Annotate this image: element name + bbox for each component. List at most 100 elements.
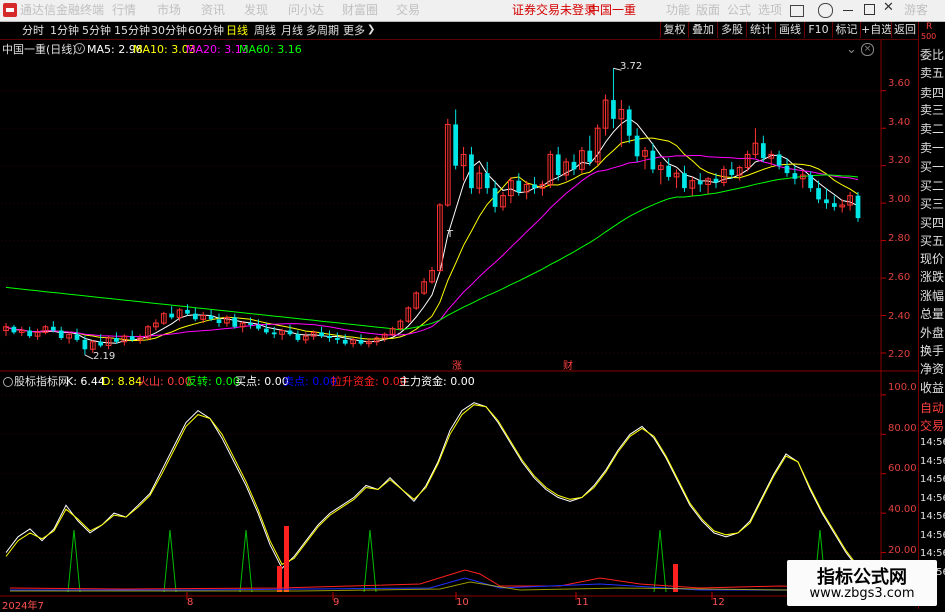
candle-body — [295, 334, 301, 340]
candle-body — [855, 195, 861, 219]
candle-body — [98, 341, 104, 346]
panel-item: 自动 — [920, 401, 945, 415]
candle-body — [287, 330, 293, 335]
candle-body — [816, 188, 821, 200]
chart-title: 中国一重(日线) — [2, 43, 77, 56]
ind-y-tick: 20.00 — [888, 545, 917, 556]
panel-item: 买三 — [920, 197, 945, 211]
panel-item: 涨幅 — [920, 289, 945, 303]
candle-body — [58, 330, 64, 339]
indicator-series — [5, 402, 871, 593]
indicator-name[interactable]: 股标指标网 — [14, 375, 69, 388]
reversal-spike — [163, 529, 177, 593]
candle-body — [729, 169, 735, 176]
candle-body — [169, 313, 175, 318]
volcano-bar — [673, 564, 678, 592]
candle-body — [571, 161, 577, 170]
panel-item: 买四 — [920, 216, 945, 230]
x-tick: 11 — [576, 597, 589, 608]
candle-body — [492, 188, 498, 207]
panel-time: 14:56 — [920, 530, 945, 541]
candle-body — [831, 203, 837, 207]
chart-close-icon[interactable]: × — [861, 43, 874, 56]
candle-body — [453, 124, 459, 166]
marker-limit-up[interactable]: 涨 — [452, 360, 462, 373]
low-pointer — [84, 354, 94, 360]
watermark-badge: 指标公式网 www.zbgs3.com — [787, 560, 937, 606]
candle-body — [74, 334, 80, 340]
candle-body — [114, 338, 119, 342]
chart-canvas — [0, 40, 918, 600]
ind-y-tick: 100.0 — [888, 382, 917, 393]
indicator-d: D: 8.84 — [102, 375, 143, 388]
panel-time: 14:56 — [920, 474, 945, 485]
expand-chevron-icon[interactable]: ⌄ — [846, 42, 857, 57]
indicator-volcano: 火山: 0.00 — [138, 375, 192, 388]
panel-item: 卖三 — [920, 103, 945, 117]
y-tick: 3.00 — [888, 194, 911, 205]
ind-y-tick: 80.00 — [888, 423, 917, 434]
candle-body — [27, 330, 33, 337]
ind-y-tick: 40.00 — [888, 504, 917, 515]
candle-body — [319, 332, 324, 337]
candle-body — [808, 175, 814, 189]
x-tick: 2024年7 — [2, 601, 44, 612]
candle-body — [263, 328, 269, 333]
panel-item: 卖二 — [920, 122, 945, 136]
ma-line-ma20 — [5, 155, 859, 338]
reversal-spike — [363, 529, 377, 593]
y-tick: 2.20 — [888, 349, 911, 360]
indicator-line-d — [5, 404, 871, 575]
candle-body — [469, 154, 474, 189]
panel-item: 现价 — [920, 252, 945, 266]
candle-body — [555, 154, 561, 176]
candle-body — [824, 199, 829, 204]
panel-time: 14:56 — [920, 548, 945, 559]
ind-y-tick: 60.00 — [888, 463, 917, 474]
ma-line-ma10 — [5, 137, 859, 341]
y-tick: 3.20 — [888, 155, 911, 166]
ma-line-ma5 — [5, 117, 859, 344]
ma-line-ma60 — [5, 174, 859, 331]
candle-body — [587, 150, 593, 162]
candle-body — [713, 178, 719, 183]
candle-body — [666, 165, 672, 177]
candle-body — [342, 339, 348, 344]
candle-body — [532, 184, 537, 189]
x-tick: 9 — [333, 597, 340, 608]
panel-time: 14:56 — [920, 437, 945, 448]
indicator-main-funds: 主力资金: 0.00 — [399, 375, 475, 388]
panel-item: 净资 — [920, 362, 945, 376]
panel-item: 买五 — [920, 234, 945, 248]
indicator-lift-funds: 拉升资金: 0.00 — [331, 375, 407, 388]
candle-body — [327, 336, 332, 339]
candle-body — [192, 313, 198, 320]
candle-body — [129, 336, 135, 340]
candle-body — [256, 324, 261, 329]
x-tick: 8 — [187, 597, 194, 608]
y-tick: 2.40 — [888, 311, 911, 322]
marker-finance[interactable]: 财 — [563, 360, 573, 373]
lift-funds-line — [9, 569, 871, 590]
candle-body — [216, 319, 222, 324]
panel-item: 外盘 — [920, 326, 945, 340]
candle-body — [776, 154, 782, 166]
indicator-settings-icon[interactable] — [3, 377, 13, 387]
panel-code: 500 — [921, 32, 937, 41]
candle-body — [611, 100, 616, 119]
low-price-label: 2.19 — [93, 351, 116, 362]
candle-body — [185, 309, 190, 314]
panel-item: 卖一 — [920, 141, 945, 155]
moving-average-lines — [5, 117, 859, 344]
watermark-url: www.zbgs3.com — [809, 586, 915, 601]
ma-settings-icon[interactable]: v — [74, 43, 85, 54]
indicator-sell-point: 卖点: 0.00 — [283, 375, 337, 388]
indicator-reversal: 反转: 0.00 — [186, 375, 240, 388]
panel-item: 总量 — [920, 307, 945, 321]
candle-body — [784, 165, 790, 174]
y-tick: 3.60 — [888, 78, 911, 89]
candle-body — [484, 173, 490, 189]
candle-body — [792, 173, 798, 179]
candle-body — [697, 180, 703, 185]
indicator-line-k — [5, 402, 871, 577]
